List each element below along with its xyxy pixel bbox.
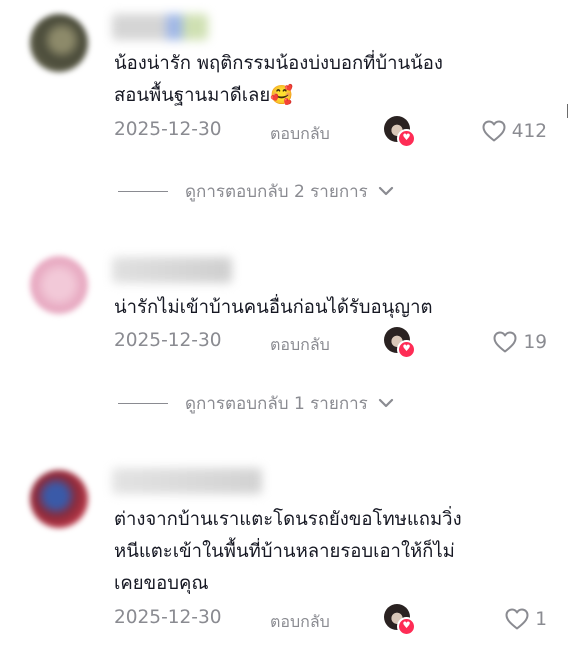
- creator-liked-avatar: ♥: [384, 116, 416, 148]
- creator-liked-avatar: ♥: [384, 604, 416, 636]
- chevron-down-icon: [378, 186, 393, 196]
- view-replies-label: ดูการตอบกลับ 1 รายการ: [185, 393, 368, 414]
- comment-date: 2025-12-30: [114, 330, 222, 351]
- creator-liked-avatar: ♥: [384, 327, 416, 359]
- commenter-username[interactable]: xxxxxxx_x: [112, 257, 232, 283]
- view-replies-button[interactable]: ดูการตอบกลับ 1 รายการ: [118, 388, 394, 418]
- heart-badge-icon: ♥: [397, 617, 416, 636]
- commenter-avatar[interactable]: [30, 256, 88, 314]
- view-replies-label: ดูการตอบกลับ 2 รายการ: [185, 181, 368, 202]
- comment-date: 2025-12-30: [114, 607, 222, 628]
- like-button[interactable]: 19: [493, 327, 547, 357]
- comment-meta-row: 2025-12-30 ตอบกลับ ♥ 412: [114, 116, 547, 148]
- commenter-avatar[interactable]: [30, 14, 88, 72]
- reply-button[interactable]: ตอบกลับ: [270, 122, 330, 147]
- like-button[interactable]: 1: [505, 604, 547, 634]
- comment-text: ต่างจากบ้านเราแตะโดนรถยังขอโทษแถมวิ่ง หน…: [114, 509, 462, 594]
- commenter-username[interactable]: xxxxxxxx: [112, 14, 208, 40]
- scroll-edge-marker: [567, 104, 568, 118]
- heart-badge-icon: ♥: [397, 340, 416, 359]
- like-count: 1: [535, 608, 547, 630]
- heart-outline-icon: [493, 331, 517, 353]
- comment-date: 2025-12-30: [114, 119, 222, 140]
- reply-button[interactable]: ตอบกลับ: [270, 333, 330, 358]
- like-count: 19: [523, 331, 547, 353]
- commenter-username[interactable]: xxxxxxxxxxx: [112, 468, 262, 494]
- reply-button[interactable]: ตอบกลับ: [270, 610, 330, 635]
- chevron-down-icon: [378, 398, 393, 408]
- heart-outline-icon: [505, 608, 529, 630]
- comment-text: น้องน่ารัก พฤติกรรมน้องบ่งบอกที่บ้านน้อง…: [114, 53, 443, 106]
- heart-badge-icon: ♥: [397, 129, 416, 148]
- commenter-avatar[interactable]: [30, 470, 88, 528]
- like-button[interactable]: 412: [482, 116, 547, 146]
- heart-outline-icon: [482, 120, 506, 142]
- comment-meta-row: 2025-12-30 ตอบกลับ ♥ 19: [114, 327, 547, 359]
- comment-meta-row: 2025-12-30 ตอบกลับ ♥ 1: [114, 604, 547, 636]
- reply-divider: [118, 402, 168, 404]
- like-count: 412: [511, 120, 547, 142]
- comment-text: น่ารักไม่เข้าบ้านคนอื่นก่อนได้รับอนุญาต: [114, 297, 433, 318]
- reply-divider: [118, 190, 168, 192]
- view-replies-button[interactable]: ดูการตอบกลับ 2 รายการ: [118, 176, 394, 206]
